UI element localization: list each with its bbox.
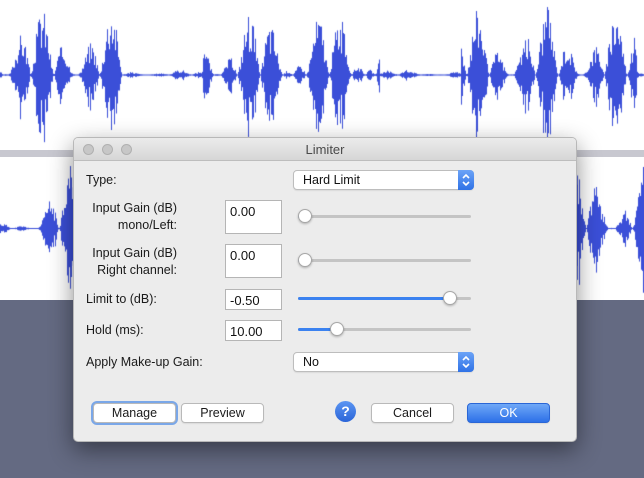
hold-slider[interactable] [298, 322, 471, 336]
ok-button[interactable]: OK [467, 403, 550, 423]
type-select-value: Hard Limit [303, 173, 360, 187]
limit-to-slider[interactable] [298, 291, 471, 305]
slider-track [298, 215, 471, 218]
hold-field[interactable]: 10.00 [225, 320, 282, 341]
type-select[interactable]: Hard Limit [293, 170, 474, 190]
chevron-updown-icon [458, 170, 474, 190]
limiter-dialog: Limiter Type: Hard Limit Input Gain (dB)… [73, 137, 577, 442]
makeup-gain-label: Apply Make-up Gain: [86, 355, 203, 369]
makeup-gain-select[interactable]: No [293, 352, 474, 372]
type-label: Type: [86, 173, 117, 187]
title-bar[interactable]: Limiter [74, 138, 576, 161]
input-gain-right-label-line2: Right channel: [97, 263, 177, 277]
slider-track [298, 259, 471, 262]
slider-thumb[interactable] [443, 291, 457, 305]
input-gain-right-slider[interactable] [298, 253, 471, 267]
slider-fill [298, 297, 450, 300]
input-gain-left-label-line2: mono/Left: [117, 218, 177, 232]
makeup-gain-select-value: No [303, 355, 319, 369]
input-gain-right-label-line1: Input Gain (dB) [92, 246, 177, 260]
input-gain-right-field[interactable]: 0.00 [225, 244, 282, 278]
manage-button[interactable]: Manage [93, 403, 176, 423]
slider-thumb[interactable] [330, 322, 344, 336]
input-gain-left-field[interactable]: 0.00 [225, 200, 282, 234]
input-gain-left-label-line1: Input Gain (dB) [92, 201, 177, 215]
preview-button[interactable]: Preview [181, 403, 264, 423]
input-gain-left-slider[interactable] [298, 209, 471, 223]
limit-to-field[interactable]: -0.50 [225, 289, 282, 310]
limit-to-label: Limit to (dB): [86, 292, 157, 306]
help-icon[interactable]: ? [335, 401, 356, 422]
chevron-updown-icon [458, 352, 474, 372]
slider-thumb[interactable] [298, 253, 312, 267]
slider-thumb[interactable] [298, 209, 312, 223]
cancel-button[interactable]: Cancel [371, 403, 454, 423]
audio-track-left[interactable] [0, 0, 644, 150]
waveform [0, 0, 644, 150]
dialog-title: Limiter [305, 142, 345, 157]
hold-label: Hold (ms): [86, 323, 144, 337]
